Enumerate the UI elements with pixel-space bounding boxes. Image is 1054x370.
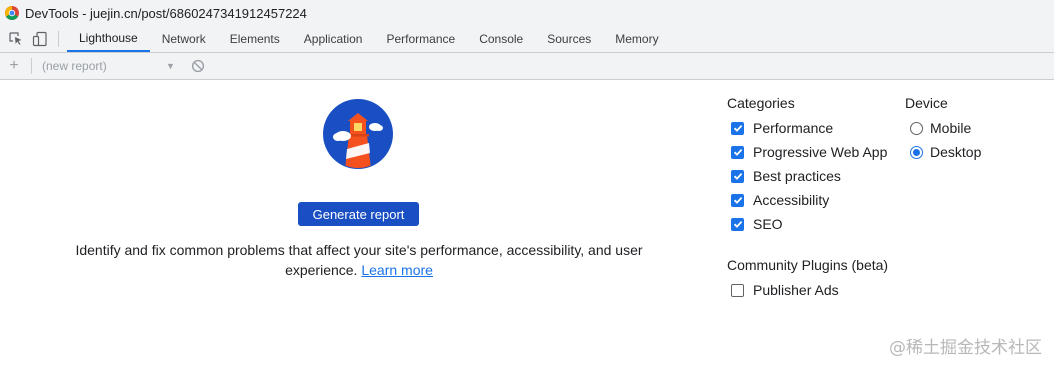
category-label: Progressive Web App [753, 144, 888, 160]
plugin-label: Publisher Ads [753, 282, 839, 298]
device-label: Mobile [930, 120, 972, 136]
inspect-icon [9, 32, 22, 45]
window-titlebar: DevTools - juejin.cn/post/68602473419124… [0, 0, 1054, 26]
checkbox-unchecked-icon[interactable] [731, 283, 744, 297]
watermark: @稀土掘金技术社区 [889, 338, 1042, 358]
categories-heading: Categories [727, 95, 795, 111]
lighthouse-toolbar: + (new report) ▼ [0, 53, 1054, 80]
tab-sources[interactable]: Sources [535, 26, 603, 52]
generate-report-button[interactable]: Generate report [298, 202, 419, 226]
lighthouse-logo-icon [323, 99, 393, 169]
category-best-practices[interactable]: Best practices [731, 167, 841, 185]
inspect-element-button[interactable] [4, 26, 28, 52]
lighthouse-description: Identify and fix common problems that af… [60, 240, 658, 280]
tab-memory[interactable]: Memory [603, 26, 670, 52]
device-toolbar-button[interactable] [28, 26, 52, 52]
category-pwa[interactable]: Progressive Web App [731, 143, 887, 161]
add-report-button[interactable]: + [7, 58, 21, 74]
checkbox-checked-icon[interactable] [731, 193, 744, 207]
checkbox-checked-icon[interactable] [731, 145, 744, 159]
device-mobile-option[interactable]: Mobile [910, 119, 971, 137]
category-label: Performance [753, 120, 834, 136]
clear-icon[interactable] [191, 59, 205, 73]
dropdown-arrow-icon[interactable]: ▼ [166, 61, 180, 71]
category-accessibility[interactable]: Accessibility [731, 191, 829, 209]
device-desktop-option[interactable]: Desktop [910, 143, 981, 161]
tab-performance[interactable]: Performance [374, 26, 467, 52]
tab-elements[interactable]: Elements [218, 26, 292, 52]
category-performance[interactable]: Performance [731, 119, 833, 137]
tab-network[interactable]: Network [150, 26, 218, 52]
checkbox-checked-icon[interactable] [731, 217, 744, 231]
radio-unselected-icon[interactable] [910, 121, 923, 135]
chrome-icon [5, 6, 19, 20]
tab-lighthouse[interactable]: Lighthouse [67, 26, 150, 52]
description-text: Identify and fix common problems that af… [75, 242, 643, 278]
device-label: Desktop [930, 144, 982, 160]
tab-console[interactable]: Console [467, 26, 535, 52]
lighthouse-panel: Generate report Identify and fix common … [0, 81, 1054, 370]
category-label: Best practices [753, 168, 841, 184]
radio-selected-icon[interactable] [910, 145, 923, 159]
toolbar-divider [58, 31, 59, 47]
plugin-publisher-ads[interactable]: Publisher Ads [731, 281, 839, 299]
checkbox-checked-icon[interactable] [731, 169, 744, 183]
category-label: Accessibility [753, 192, 830, 208]
category-label: SEO [753, 216, 783, 232]
report-select[interactable]: (new report) [42, 59, 166, 73]
category-seo[interactable]: SEO [731, 215, 783, 233]
device-icon [32, 31, 47, 47]
devtools-tabbar: Lighthouse Network Elements Application … [0, 26, 1054, 53]
tab-application[interactable]: Application [292, 26, 375, 52]
toolbar-divider [31, 58, 32, 74]
window-title: DevTools - juejin.cn/post/68602473419124… [25, 5, 307, 21]
checkbox-checked-icon[interactable] [731, 121, 744, 135]
plugins-heading: Community Plugins (beta) [727, 257, 889, 273]
learn-more-link[interactable]: Learn more [361, 262, 433, 278]
device-heading: Device [905, 95, 948, 111]
